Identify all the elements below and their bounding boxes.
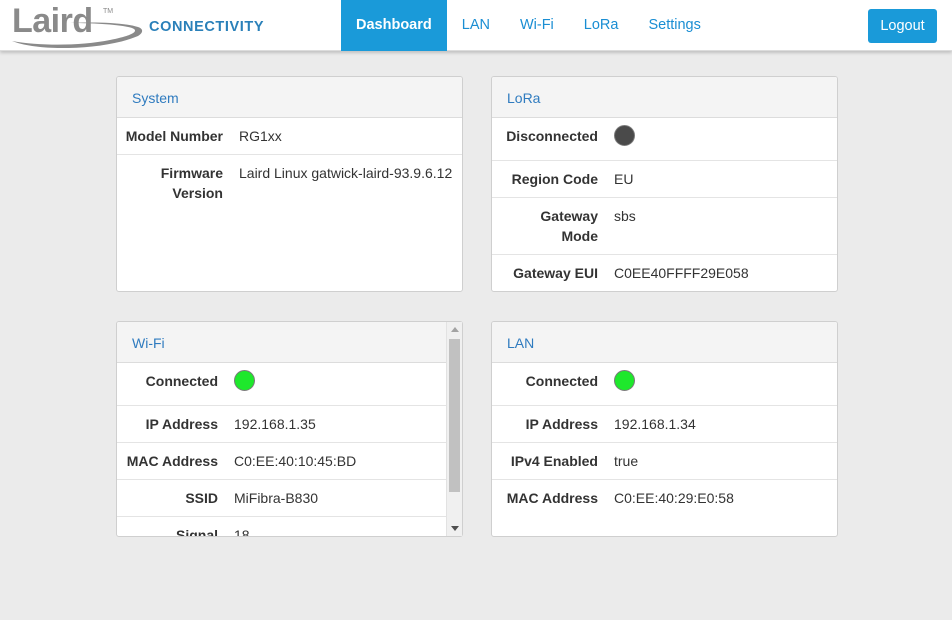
lan-panel-title: LAN [492,322,837,363]
model-number-label: Model Number [125,128,223,144]
wifi-status-label: Connected [145,373,218,389]
lora-row-gateway-eui: Gateway EUI C0EE40FFFF29E058 [492,255,837,291]
lan-ipv4-value: true [614,453,639,469]
wifi-status-indicator-icon [234,370,255,391]
tab-lora[interactable]: LoRa [569,0,634,51]
lan-status-indicator-icon [614,370,635,391]
logout-button[interactable]: Logout [868,9,937,43]
brand-name: Laird [12,2,93,40]
lora-row-region: Region Code EU [492,161,837,198]
lan-mac-label: MAC Address [506,490,598,506]
lora-status-label: Disconnected [506,128,598,144]
lan-panel: LAN Connected IP Address 192.168.1.34 IP… [491,321,838,537]
region-code-value: EU [614,171,634,187]
scroll-down-arrow-icon[interactable] [451,526,459,531]
wifi-row-signal: Signal 18 [117,517,447,537]
wifi-row-status: Connected [117,363,447,406]
wifi-panel[interactable]: Wi-Fi Connected IP Address 192.168.1.35 … [116,321,463,537]
lan-ip-label: IP Address [525,416,598,432]
lan-row-ip: IP Address 192.168.1.34 [492,406,837,443]
lan-ipv4-label: IPv4 Enabled [510,453,598,469]
scrollbar-thumb[interactable] [449,339,460,492]
wifi-panel-title: Wi-Fi [117,322,462,363]
brand-logo[interactable]: Laird TM CONNECTIVITY [10,2,270,48]
gateway-mode-label-line2: Mode [561,228,598,244]
system-panel-title: System [117,77,462,118]
lan-mac-value: C0:EE:40:29:E0:58 [614,490,734,506]
lora-row-gateway-mode: Gateway Mode sbs [492,198,837,255]
wifi-ssid-value: MiFibra-B830 [234,490,319,506]
gateway-eui-value: C0EE40FFFF29E058 [614,265,749,281]
wifi-mac-value: C0:EE:40:10:45:BD [234,453,357,469]
lan-row-mac: MAC Address C0:EE:40:29:E0:58 [492,480,837,517]
scroll-up-arrow-icon[interactable] [451,327,459,332]
firmware-version-value: Laird Linux gatwick-laird-93.9.6.12 [239,165,453,181]
tab-dashboard[interactable]: Dashboard [341,0,447,51]
system-row-model: Model Number RG1xx [117,118,462,155]
lora-row-status: Disconnected [492,118,837,161]
tab-lan[interactable]: LAN [447,0,505,51]
gateway-eui-label: Gateway EUI [513,265,598,281]
brand-tagline: CONNECTIVITY [149,19,265,35]
lan-row-status: Connected [492,363,837,406]
system-row-firmware: Firmware Version Laird Linux gatwick-lai… [117,155,462,291]
firmware-version-label-line2: Version [172,185,223,201]
wifi-signal-value: 18 [234,527,250,537]
wifi-ip-label: IP Address [145,416,218,432]
wifi-ip-value: 192.168.1.35 [234,416,316,432]
wifi-row-ip: IP Address 192.168.1.35 [117,406,447,443]
top-navbar: Laird TM CONNECTIVITY Dashboard LAN Wi-F… [0,0,952,51]
wifi-mac-label: MAC Address [126,453,218,469]
region-code-label: Region Code [511,171,598,187]
tab-wifi[interactable]: Wi-Fi [505,0,569,51]
wifi-ssid-label: SSID [185,490,218,506]
lan-ip-value: 192.168.1.34 [614,416,696,432]
firmware-version-label-line1: Firmware [160,165,223,181]
brand-trademark: TM [103,8,114,15]
wifi-signal-label: Signal [175,527,218,537]
gateway-mode-value: sbs [614,208,636,224]
wifi-row-mac: MAC Address C0:EE:40:10:45:BD [117,443,447,480]
lan-status-label: Connected [525,373,598,389]
nav-tabs: Dashboard LAN Wi-Fi LoRa Settings [341,0,716,51]
lan-row-ipv4: IPv4 Enabled true [492,443,837,480]
gateway-mode-label-line1: Gateway [540,208,598,224]
lora-panel-title: LoRa [492,77,837,118]
tab-settings[interactable]: Settings [633,0,715,51]
model-number-value: RG1xx [239,128,282,144]
lora-panel: LoRa Disconnected Region Code EU Gateway… [491,76,838,292]
wifi-panel-scrollbar[interactable] [446,322,462,536]
system-panel: System Model Number RG1xx Firmware Versi… [116,76,463,292]
lora-status-indicator-icon [614,125,635,146]
wifi-row-ssid: SSID MiFibra-B830 [117,480,447,517]
